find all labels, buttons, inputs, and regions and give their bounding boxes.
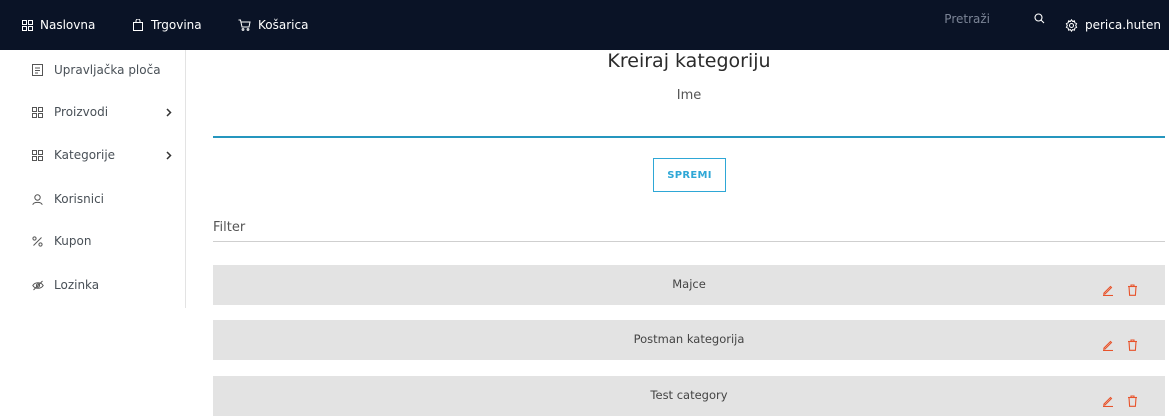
pencil-icon[interactable] xyxy=(1101,338,1115,352)
save-button[interactable]: SPREMI xyxy=(653,158,726,192)
name-field-label: Ime xyxy=(676,88,702,103)
user-icon xyxy=(32,193,44,205)
user-name-label: perica.huten xyxy=(1085,18,1161,32)
grid-icon xyxy=(32,149,44,161)
sidebar-item-dashboard[interactable]: Upravljačka ploča xyxy=(32,60,172,80)
category-name: Test category xyxy=(650,388,728,402)
page-title: Kreiraj kategoriju xyxy=(607,50,771,72)
sidebar-item-users[interactable]: Korisnici xyxy=(32,189,172,209)
grid-icon xyxy=(32,106,44,118)
sidebar: Upravljačka ploča Proizvodi Kategorije K… xyxy=(0,50,186,308)
nav-shop-link[interactable]: Trgovina xyxy=(132,0,202,50)
sidebar-item-categories[interactable]: Kategorije xyxy=(32,145,172,165)
eye-off-icon xyxy=(32,279,44,291)
user-menu[interactable]: perica.huten xyxy=(1065,0,1161,50)
search-input[interactable] xyxy=(620,8,1020,30)
top-navbar: Naslovna Trgovina Košarica perica.huten xyxy=(0,0,1169,50)
shopping-bag-icon xyxy=(132,19,144,31)
trash-icon[interactable] xyxy=(1125,283,1139,297)
category-row: Postman kategorija xyxy=(213,320,1165,360)
category-name: Majce xyxy=(672,277,706,291)
chevron-right-icon xyxy=(166,149,172,163)
percent-icon xyxy=(32,235,44,247)
category-row: Majce xyxy=(213,265,1165,305)
category-name-input[interactable] xyxy=(213,110,1165,138)
sidebar-item-label: Proizvodi xyxy=(54,105,109,119)
trash-icon[interactable] xyxy=(1125,338,1139,352)
nav-cart-label: Košarica xyxy=(258,18,309,32)
chevron-right-icon xyxy=(166,106,172,120)
search-icon[interactable] xyxy=(1034,13,1045,27)
sidebar-item-label: Korisnici xyxy=(54,192,105,206)
sidebar-item-label: Lozinka xyxy=(54,278,100,292)
sidebar-item-label: Upravljačka ploča xyxy=(54,63,161,77)
sidebar-item-password[interactable]: Lozinka xyxy=(32,275,172,295)
category-name: Postman kategorija xyxy=(633,332,745,346)
nav-cart-link[interactable]: Košarica xyxy=(238,0,308,50)
cart-icon xyxy=(238,19,251,31)
sidebar-item-label: Kupon xyxy=(54,234,92,248)
grid-icon xyxy=(22,19,33,31)
filter-input[interactable] xyxy=(213,214,1165,242)
gear-icon xyxy=(1065,18,1078,32)
sidebar-item-coupon[interactable]: Kupon xyxy=(32,231,172,251)
nav-home-link[interactable]: Naslovna xyxy=(22,0,95,50)
nav-shop-label: Trgovina xyxy=(151,18,202,32)
pencil-icon[interactable] xyxy=(1101,394,1115,408)
category-row: Test category xyxy=(213,376,1165,416)
pencil-icon[interactable] xyxy=(1101,283,1115,297)
nav-home-label: Naslovna xyxy=(40,18,96,32)
sidebar-item-label: Kategorije xyxy=(54,148,116,162)
trash-icon[interactable] xyxy=(1125,394,1139,408)
dashboard-icon xyxy=(32,64,44,76)
sidebar-item-products[interactable]: Proizvodi xyxy=(32,102,172,122)
